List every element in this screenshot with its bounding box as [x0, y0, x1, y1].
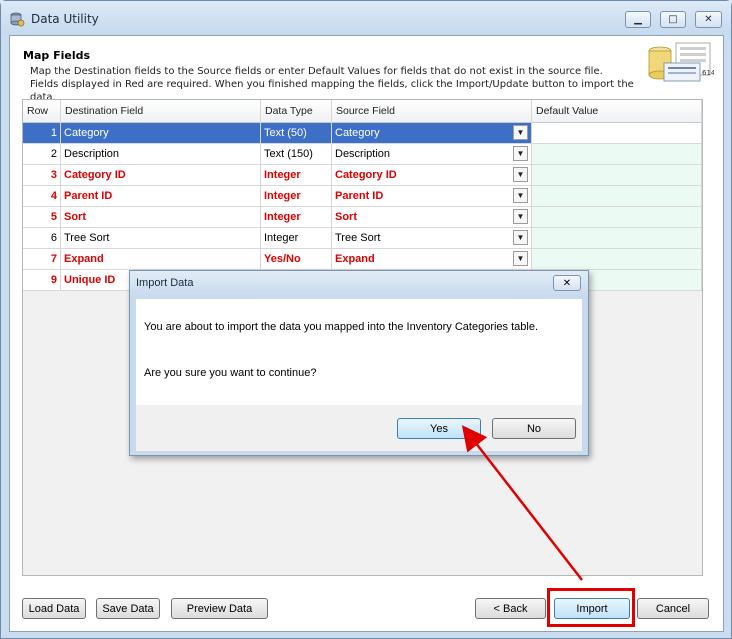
- database-mapping-graphic: 614: [648, 42, 714, 82]
- cell-dest: Parent ID: [61, 186, 261, 206]
- source-dropdown-chevron-down-icon[interactable]: ▼: [513, 251, 528, 266]
- dialog-message: You are about to import the data you map…: [144, 321, 539, 333]
- save-data-button[interactable]: Save Data: [96, 598, 160, 619]
- title-bar[interactable]: Data Utility ▁ □ ✕: [1, 1, 731, 35]
- cell-source[interactable]: Expand: [332, 249, 532, 269]
- close-icon: ✕: [704, 13, 713, 25]
- cell-row: 2: [23, 144, 61, 164]
- cell-default[interactable]: [532, 207, 702, 227]
- cell-default[interactable]: [532, 123, 702, 143]
- dialog-title-bar[interactable]: Import Data ✕: [130, 271, 588, 295]
- table-row[interactable]: 2 Description Text (150) Description ▼: [23, 144, 702, 165]
- load-data-button[interactable]: Load Data: [22, 598, 86, 619]
- database-utility-icon: [10, 12, 25, 27]
- minimize-icon: ▁: [634, 13, 642, 25]
- window-title: Data Utility: [31, 12, 99, 26]
- source-dropdown-chevron-down-icon[interactable]: ▼: [513, 209, 528, 224]
- cell-default[interactable]: [532, 186, 702, 206]
- cell-type: Text (150): [261, 144, 332, 164]
- no-button[interactable]: No: [492, 418, 576, 439]
- minimize-button[interactable]: ▁: [625, 11, 651, 28]
- col-header-destination[interactable]: Destination Field: [61, 100, 261, 123]
- cell-type: Text (50): [261, 123, 332, 143]
- cell-source[interactable]: Parent ID: [332, 186, 532, 206]
- table-row[interactable]: 3 Category ID Integer Category ID ▼: [23, 165, 702, 186]
- cell-type: Integer: [261, 207, 332, 227]
- col-header-default[interactable]: Default Value: [532, 100, 702, 123]
- cell-dest: Sort: [61, 207, 261, 227]
- table-row[interactable]: 4 Parent ID Integer Parent ID ▼: [23, 186, 702, 207]
- cell-source[interactable]: Sort: [332, 207, 532, 227]
- cell-source[interactable]: Description: [332, 144, 532, 164]
- back-button[interactable]: < Back: [475, 598, 546, 619]
- source-dropdown-chevron-down-icon[interactable]: ▼: [513, 125, 528, 140]
- close-button[interactable]: ✕: [695, 11, 722, 28]
- cell-row: 3: [23, 165, 61, 185]
- grid-header: Row Destination Field Data Type Source F…: [23, 100, 702, 123]
- instructions-line-1: Map the Destination fields to the Source…: [30, 66, 603, 77]
- maximize-icon: □: [668, 13, 678, 25]
- import-button-highlight: [547, 588, 635, 627]
- cell-source[interactable]: Category ID: [332, 165, 532, 185]
- preview-data-button[interactable]: Preview Data: [171, 598, 268, 619]
- dialog-footer: Yes No: [136, 405, 582, 451]
- table-row[interactable]: 1 Category Text (50) Category ▼: [23, 123, 702, 144]
- table-row[interactable]: 5 Sort Integer Sort ▼: [23, 207, 702, 228]
- yes-button[interactable]: Yes: [397, 418, 481, 439]
- cell-source[interactable]: Tree Sort: [332, 228, 532, 248]
- dialog-question: Are you sure you want to continue?: [144, 367, 317, 379]
- dialog-close-button[interactable]: ✕: [553, 275, 581, 291]
- import-data-dialog: Import Data ✕ You are about to import th…: [129, 270, 589, 456]
- col-header-source[interactable]: Source Field: [332, 100, 532, 123]
- source-dropdown-chevron-down-icon[interactable]: ▼: [513, 146, 528, 161]
- col-header-data-type[interactable]: Data Type: [261, 100, 332, 123]
- cell-type: Yes/No: [261, 249, 332, 269]
- cell-dest: Expand: [61, 249, 261, 269]
- graphic-label: 614: [702, 69, 714, 77]
- source-dropdown-chevron-down-icon[interactable]: ▼: [513, 188, 528, 203]
- cell-row: 1: [23, 123, 61, 143]
- source-dropdown-chevron-down-icon[interactable]: ▼: [513, 230, 528, 245]
- cell-type: Integer: [261, 165, 332, 185]
- cell-type: Integer: [261, 228, 332, 248]
- page-title: Map Fields: [23, 49, 91, 62]
- cell-default[interactable]: [532, 165, 702, 185]
- cell-default[interactable]: [532, 144, 702, 164]
- cell-row: 4: [23, 186, 61, 206]
- cell-row: 5: [23, 207, 61, 227]
- dialog-body: You are about to import the data you map…: [136, 299, 582, 405]
- cell-source[interactable]: Category: [332, 123, 532, 143]
- dialog-title: Import Data: [136, 277, 194, 289]
- close-icon: ✕: [562, 277, 572, 289]
- cell-dest: Category ID: [61, 165, 261, 185]
- col-header-row[interactable]: Row: [23, 100, 61, 123]
- cell-dest: Tree Sort: [61, 228, 261, 248]
- cell-row: 7: [23, 249, 61, 269]
- cell-type: Integer: [261, 186, 332, 206]
- table-row[interactable]: 6 Tree Sort Integer Tree Sort ▼: [23, 228, 702, 249]
- source-dropdown-chevron-down-icon[interactable]: ▼: [513, 167, 528, 182]
- cell-dest: Description: [61, 144, 261, 164]
- cell-default[interactable]: [532, 249, 702, 269]
- maximize-button[interactable]: □: [660, 11, 686, 28]
- table-row[interactable]: 7 Expand Yes/No Expand ▼: [23, 249, 702, 270]
- cell-row: 6: [23, 228, 61, 248]
- cell-dest: Category: [61, 123, 261, 143]
- cancel-button[interactable]: Cancel: [637, 598, 709, 619]
- cell-row: 9: [23, 270, 61, 290]
- cell-default[interactable]: [532, 228, 702, 248]
